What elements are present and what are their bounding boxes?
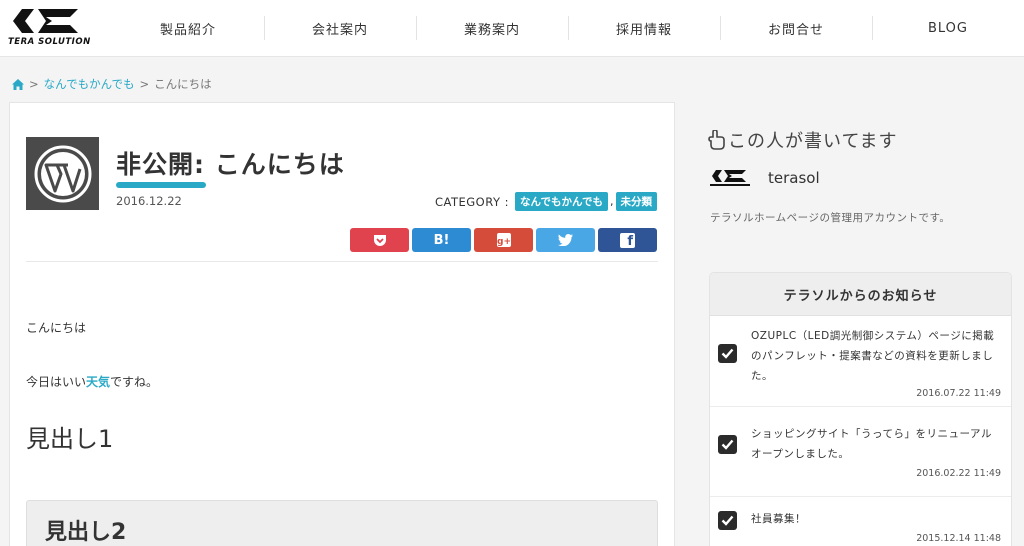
nav-company[interactable]: 会社案内	[264, 0, 416, 57]
header-divider	[26, 261, 658, 262]
post-categories: CATEGORY : なんでもかんでも , 未分類	[435, 192, 657, 211]
logo-text: TERA SOLUTION	[8, 37, 91, 47]
hatena-icon: B!	[433, 232, 450, 248]
author-row: terasol	[710, 169, 820, 187]
site-header: TERA SOLUTION 製品紹介 会社案内 業務案内 採用情報 お問合せ B…	[0, 0, 1024, 57]
checkbox-icon	[718, 435, 737, 454]
pocket-share-button[interactable]	[350, 228, 409, 252]
nav-blog[interactable]: BLOG	[872, 0, 1024, 57]
nav-business[interactable]: 業務案内	[416, 0, 568, 57]
checkbox-icon	[718, 511, 737, 530]
article-card: 非公開: こんにちは 2016.12.22 CATEGORY : なんでもかんで…	[9, 102, 675, 546]
news-heading: テラソルからのお知らせ	[710, 273, 1011, 316]
news-item[interactable]: ショッピングサイト「うってら」をリニューアルオープンしました。 2016.02.…	[710, 407, 1011, 497]
breadcrumb-separator: >	[29, 77, 39, 91]
nav-products[interactable]: 製品紹介	[112, 0, 264, 57]
author-heading-text: この人が書いてます	[728, 131, 898, 152]
paragraph-text: ですね。	[110, 375, 159, 389]
category-separator: ,	[610, 195, 614, 208]
paragraph-text: 今日はいい	[26, 375, 87, 389]
author-description: テラソルホームページの管理用アカウントです。	[710, 212, 951, 224]
facebook-icon: f	[620, 232, 635, 248]
news-text: 社員募集！	[751, 513, 806, 525]
news-date: 2016.07.22 11:49	[916, 388, 1001, 399]
hatena-share-button[interactable]: B!	[412, 228, 471, 252]
main-nav: 製品紹介 会社案内 業務案内 採用情報 お問合せ BLOG	[112, 0, 1024, 57]
google-plus-glyph: g+	[497, 237, 511, 247]
news-item[interactable]: OZUPLC（LED調光制御システム）ページに掲載のパンフレット・提案書などの資…	[710, 316, 1011, 407]
news-text: ショッピングサイト「うってら」をリニューアルオープンしました。	[751, 428, 992, 460]
category-tag[interactable]: 未分類	[615, 192, 657, 211]
checkbox-icon	[718, 344, 737, 363]
home-icon[interactable]	[12, 78, 24, 90]
author-name[interactable]: terasol	[768, 169, 820, 187]
google-plus-icon: g+	[496, 233, 511, 247]
news-item[interactable]: 社員募集！ 2015.12.14 11:48	[710, 497, 1011, 546]
paragraph: こんにちは	[26, 321, 87, 335]
facebook-share-button[interactable]: f	[598, 228, 657, 252]
highlight-link[interactable]: 天気	[86, 375, 110, 389]
post-title: 非公開: こんにちは	[116, 150, 345, 179]
post-date: 2016.12.22	[116, 194, 182, 208]
nav-contact[interactable]: お問合せ	[720, 0, 872, 57]
breadcrumb: > なんでもかんでも > こんにちは	[12, 76, 212, 92]
breadcrumb-separator: >	[139, 77, 150, 91]
news-date: 2016.02.22 11:49	[916, 468, 1001, 479]
breadcrumb-category-link[interactable]: なんでもかんでも	[44, 76, 135, 92]
wordpress-icon	[34, 145, 91, 202]
share-buttons: B! g+ f	[350, 228, 657, 252]
twitter-icon	[558, 234, 573, 246]
heading-1: 見出し1	[26, 425, 114, 453]
title-underline	[116, 182, 206, 188]
author-widget-heading: この人が書いてます	[708, 127, 898, 153]
hand-point-icon	[708, 130, 725, 150]
pocket-icon	[373, 234, 386, 246]
heading-2-box: 見出し2	[26, 500, 658, 546]
news-widget: テラソルからのお知らせ OZUPLC（LED調光制御システム）ページに掲載のパン…	[709, 272, 1012, 546]
twitter-share-button[interactable]	[536, 228, 595, 252]
site-logo[interactable]: TERA SOLUTION	[8, 7, 104, 49]
heading-2: 見出し2	[45, 520, 127, 545]
category-tag[interactable]: なんでもかんでも	[515, 192, 608, 211]
author-logo	[710, 170, 750, 186]
paragraph: 今日はいい天気ですね。	[26, 373, 158, 390]
category-label: CATEGORY :	[434, 194, 510, 209]
news-text: OZUPLC（LED調光制御システム）ページに掲載のパンフレット・提案書などの資…	[751, 330, 995, 382]
author-avatar	[26, 137, 99, 210]
breadcrumb-current: こんにちは	[154, 77, 212, 91]
google-plus-share-button[interactable]: g+	[474, 228, 533, 252]
nav-recruit[interactable]: 採用情報	[568, 0, 720, 57]
logo-mark	[13, 9, 78, 33]
news-date: 2015.12.14 11:48	[916, 533, 1001, 544]
